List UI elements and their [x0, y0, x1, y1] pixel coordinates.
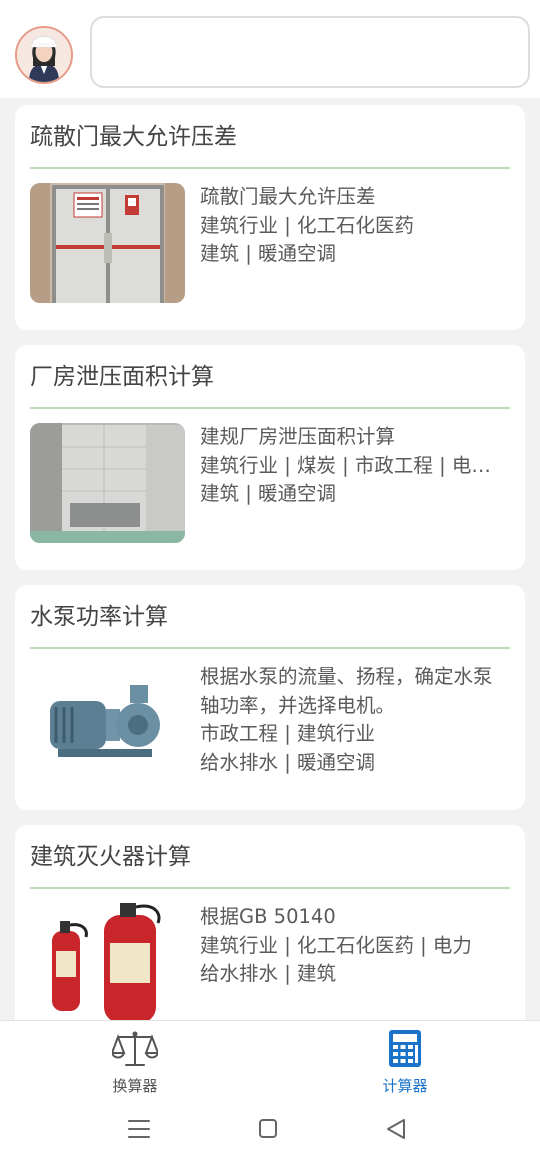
card-description: 疏散门最大允许压差 [200, 185, 376, 208]
calculator-card[interactable]: 厂房泄压面积计算 建规厂房泄压面积计算 建筑行业 | 煤炭 | 市政工程 | 电… [15, 345, 525, 570]
tab-calculator[interactable]: 计算器 [270, 1021, 540, 1101]
tab-calculator-label: 计算器 [382, 1077, 428, 1095]
factory-wall-photo-icon [30, 423, 185, 543]
card-thumbnail [30, 423, 185, 543]
card-info: 根据GB 50140 建筑行业 | 化工石化医药 | 电力 给水排水 | 建筑 [200, 903, 505, 989]
calculator-card[interactable]: 建筑灭火器计算 根据GB 50140 建筑行业 | 化工石化医药 | 电力 给水… [15, 825, 525, 1050]
card-disciplines: 建筑 | 暖通空调 [200, 482, 336, 505]
tab-converter-label: 换算器 [112, 1077, 158, 1095]
card-info: 根据水泵的流量、扬程，确定水泵轴功率，并选择电机。 市政工程 | 建筑行业 给水… [200, 663, 505, 777]
card-title: 建筑灭火器计算 [30, 844, 191, 870]
card-title: 厂房泄压面积计算 [30, 364, 214, 390]
calculator-card[interactable]: 水泵功率计算 根据水泵的流量、扬程，确定水泵轴功率，并选择电机。 市政工程 | … [15, 585, 525, 810]
balance-scale-icon [112, 1031, 158, 1066]
card-divider [30, 647, 510, 649]
card-industries: 建筑行业 | 化工石化医药 | 电力 [200, 933, 472, 957]
calculator-icon [389, 1030, 421, 1067]
card-disciplines: 给水排水 | 建筑 [200, 962, 336, 985]
card-thumbnail [30, 183, 185, 303]
home-icon[interactable] [250, 1114, 286, 1144]
card-industries: 市政工程 | 建筑行业 [200, 722, 375, 745]
card-description: 根据水泵的流量、扬程，确定水泵轴功率，并选择电机。 [200, 665, 493, 717]
avatar[interactable] [15, 26, 73, 84]
menu-icon[interactable] [121, 1114, 157, 1144]
card-description: 根据GB 50140 [200, 905, 336, 928]
calculator-card[interactable]: 疏散门最大允许压差 疏散门最大允许压差 建筑行业 | 化工石化医药 建筑 | 暖… [15, 105, 525, 330]
fire-extinguisher-photo-icon [30, 903, 185, 1023]
avatar-person-icon [17, 28, 71, 82]
card-industries: 建筑行业 | 煤炭 | 市政工程 | 电… [200, 453, 491, 477]
card-thumbnail [30, 663, 185, 783]
card-disciplines: 给水排水 | 暖通空调 [200, 750, 375, 774]
tab-converter[interactable]: 换算器 [0, 1021, 270, 1101]
card-industries: 建筑行业 | 化工石化医药 [200, 213, 414, 237]
water-pump-photo-icon [30, 663, 185, 783]
top-bar [0, 0, 540, 98]
card-title: 水泵功率计算 [30, 604, 168, 630]
card-thumbnail [30, 903, 185, 1023]
card-title: 疏散门最大允许压差 [30, 124, 237, 150]
card-divider [30, 407, 510, 409]
card-info: 疏散门最大允许压差 建筑行业 | 化工石化医药 建筑 | 暖通空调 [200, 183, 505, 269]
card-info: 建规厂房泄压面积计算 建筑行业 | 煤炭 | 市政工程 | 电… 建筑 | 暖通… [200, 423, 505, 509]
bottom-nav: 换算器 计算器 [0, 1020, 540, 1101]
back-icon[interactable] [378, 1114, 414, 1144]
evacuation-door-photo-icon [30, 183, 185, 303]
card-divider [30, 167, 510, 169]
card-divider [30, 887, 510, 889]
system-nav-bar [0, 1100, 540, 1160]
card-disciplines: 建筑 | 暖通空调 [200, 242, 336, 265]
search-input[interactable] [90, 16, 530, 88]
card-description: 建规厂房泄压面积计算 [200, 425, 396, 448]
